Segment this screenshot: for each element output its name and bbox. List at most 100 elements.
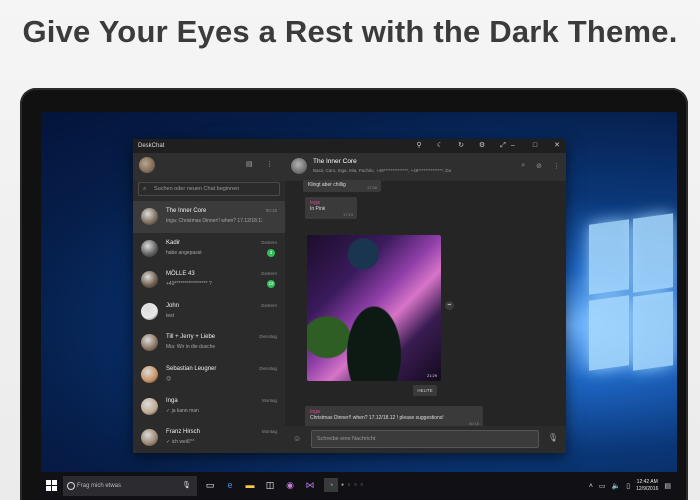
chat-time: Gestern: [260, 302, 277, 308]
chat-avatar: [141, 239, 158, 257]
my-avatar[interactable]: [139, 157, 155, 173]
microphone-icon[interactable]: 🎙: [182, 476, 191, 496]
gear-icon[interactable]: ⚙: [476, 139, 488, 153]
chat-list-item[interactable]: MÖLLE 43 +49***************** ? Gestern 23: [133, 264, 285, 296]
message-bubble: Inga In Pink 17:13: [305, 197, 357, 219]
chat-preview: Mia: Wir in die dusche: [166, 344, 216, 351]
network-icon[interactable]: ▭: [599, 482, 606, 490]
message-time: 17:13: [342, 212, 353, 217]
message-text: Klingt aber chillig: [308, 182, 346, 188]
app-dots: ● ○ ○ ○: [341, 482, 365, 488]
close-button[interactable]: ✕: [551, 139, 563, 153]
chat-avatar: [141, 365, 158, 383]
group-avatar[interactable]: [291, 158, 307, 174]
compose-bar: ☺ Schreibe eine Nachricht 🎙: [285, 426, 566, 453]
chat-time: Gestern: [260, 239, 277, 245]
more-icon[interactable]: ⋮: [553, 162, 560, 170]
moon-icon[interactable]: ☾: [434, 139, 446, 153]
refresh-icon[interactable]: ↻: [455, 139, 467, 153]
chat-time: Montag: [261, 397, 277, 403]
search-icon[interactable]: ⌕: [521, 162, 525, 170]
chat-time: 00:15: [265, 208, 277, 213]
title-bar: DeskChat ⚲ ☾ ↻ ⚙ ⤢ – □ ✕: [133, 139, 566, 153]
chat-list-item[interactable]: Sebastian Leugner 😊 Dienstag: [133, 359, 285, 391]
cortana-search[interactable]: Frag mich etwas 🎙: [63, 476, 197, 496]
chat-list-item[interactable]: Franz Hirsch ✓ ich weiß^^ Montag: [133, 422, 285, 454]
conversation-header[interactable]: The Inner Core Basti, Caro, Inga, Mia, P…: [285, 153, 566, 181]
chat-avatar: [141, 208, 158, 225]
windows-logo: [589, 213, 673, 392]
new-chat-icon[interactable]: ▤: [246, 160, 253, 168]
conversation-members: Basti, Caro, Inga, Mia, Pachilo, +49****…: [313, 168, 452, 173]
photo-message[interactable]: 21:29: [307, 235, 441, 381]
sidebar: ▤ ⋮ ⌕ Suchen oder neuen Chat beginnen Th…: [133, 153, 285, 453]
emoji-icon[interactable]: ☺: [293, 434, 301, 443]
chat-list-item[interactable]: The Inner Core Inga: Christmas Dinner!! w…: [133, 201, 285, 233]
chat-name: Sebastian Leugner: [166, 365, 217, 372]
chat-list-item[interactable]: John test Gestern: [133, 296, 285, 328]
minimize-button[interactable]: –: [507, 139, 519, 153]
cortana-icon: [67, 482, 75, 490]
taskbar: Frag mich etwas 🎙 ▭ e ▬ ◫ ◉ ⋈ ◔ ● ○ ○ ○ …: [41, 472, 677, 500]
sidebar-header: ▤ ⋮: [133, 153, 285, 181]
chat-name: Franz Hirsch: [166, 429, 201, 436]
chat-preview: 😊: [166, 375, 172, 382]
conversation-name: The Inner Core: [313, 158, 357, 165]
menu-icon[interactable]: ⋮: [266, 160, 273, 168]
search-placeholder: Suchen oder neuen Chat beginnen: [154, 186, 240, 192]
edge-icon[interactable]: e: [223, 478, 237, 492]
photo-time: 21:29: [426, 373, 437, 378]
chevron-up-icon[interactable]: ˄: [589, 483, 593, 490]
unread-badge: 23: [267, 280, 275, 289]
media-icon[interactable]: ◉: [283, 478, 297, 492]
store-icon[interactable]: ◫: [263, 478, 277, 492]
search-icon: ⌕: [143, 186, 147, 192]
chat-time: Dienstag: [259, 365, 277, 371]
maximize-button[interactable]: □: [529, 139, 541, 153]
chat-avatar: [141, 429, 158, 447]
forward-icon[interactable]: ➦: [445, 301, 454, 310]
chat-list-item[interactable]: Inga ✓ ja kann man Montag: [133, 391, 285, 423]
chat-time: Gestern: [260, 271, 277, 277]
search-field[interactable]: ⌕ Suchen oder neuen Chat beginnen: [138, 182, 280, 196]
clock[interactable]: 12:42 AM 12/9/2016: [636, 479, 658, 493]
message-time: 17:08: [366, 185, 377, 190]
date-separator: HEUTE: [413, 385, 437, 396]
chat-preview: Inga: Christmas Dinner!! when? 17.12/18.…: [166, 218, 262, 224]
chat-name: Till + Jerry + Liebe: [166, 334, 216, 341]
message-input[interactable]: Schreibe eine Nachricht: [311, 430, 539, 448]
message-bubble: Inga Christmas Dinner!! when? 17.12/18.1…: [305, 406, 483, 428]
chat-list-item[interactable]: Kadir habe angepasst Gestern 3: [133, 233, 285, 265]
headline: Give Your Eyes a Rest with the Dark Them…: [22, 14, 678, 49]
chat-name: John: [166, 302, 180, 309]
system-tray: ˄ ▭ 🔈 ▯ 12:42 AM 12/9/2016 ▤: [589, 472, 671, 500]
chat-preview: +49***************** ?: [166, 281, 212, 288]
microphone-icon[interactable]: 🎙: [548, 433, 558, 442]
window-title: DeskChat: [138, 143, 165, 149]
volume-icon[interactable]: 🔈: [612, 482, 621, 490]
chat-window: DeskChat ⚲ ☾ ↻ ⚙ ⤢ – □ ✕ ▤ ⋮ ⌕ Suchen od…: [133, 139, 566, 453]
battery-icon[interactable]: ▯: [626, 482, 630, 490]
explorer-icon[interactable]: ▬: [243, 478, 257, 492]
action-center-icon[interactable]: ▤: [664, 482, 671, 490]
chat-time: Montag: [261, 429, 277, 435]
visual-studio-icon[interactable]: ⋈: [303, 478, 317, 492]
deskchat-icon[interactable]: ◔: [324, 478, 338, 492]
task-view-icon[interactable]: ▭: [203, 478, 217, 492]
message-bubble: Klingt aber chillig 17:08: [303, 180, 381, 192]
clock-date: 12/9/2016: [636, 486, 659, 492]
pin-icon[interactable]: ⚲: [413, 139, 425, 153]
conversation-pane: The Inner Core Basti, Caro, Inga, Mia, P…: [285, 153, 566, 453]
unread-badge: 3: [267, 248, 275, 257]
chat-avatar: [141, 302, 158, 320]
attach-icon[interactable]: ⊘: [536, 162, 542, 170]
chat-preview: ✓ ich weiß^^: [166, 439, 195, 446]
start-button[interactable]: [46, 480, 58, 492]
chat-preview: ✓ ja kann man: [166, 407, 199, 414]
chat-preview: habe angepasst: [166, 249, 202, 256]
chat-name: Kadir: [166, 239, 181, 246]
chat-avatar: [141, 397, 158, 415]
chat-avatar: [141, 271, 158, 289]
chat-list-item[interactable]: Till + Jerry + Liebe Mia: Wir in die dusc…: [133, 327, 285, 359]
chat-avatar: [141, 334, 158, 352]
